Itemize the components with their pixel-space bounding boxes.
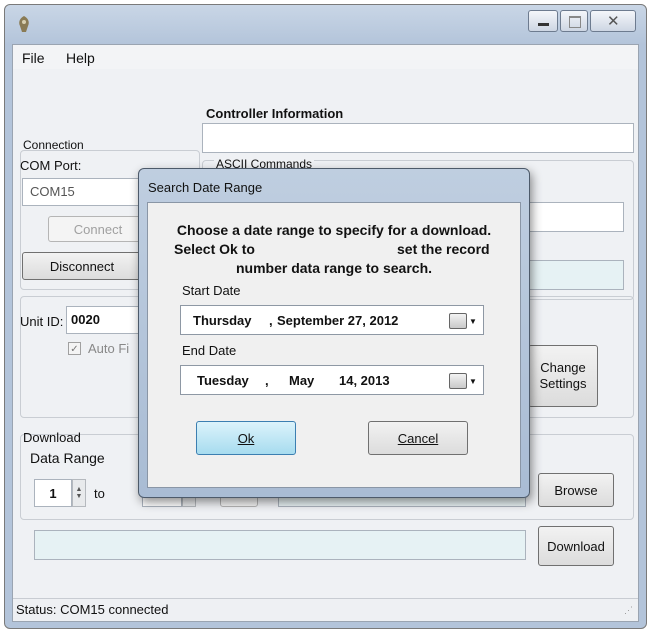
com-port-label: COM Port: <box>20 158 82 173</box>
minimize-icon <box>538 23 549 26</box>
dialog-line-3: number data range to search. <box>235 260 433 276</box>
auto-checkbox[interactable]: ✓ <box>68 342 81 355</box>
auto-checkbox-label: Auto Fi <box>88 341 130 356</box>
download-button[interactable]: Download <box>538 526 614 566</box>
maximize-button[interactable] <box>560 10 588 32</box>
com-port-select[interactable]: COM15 <box>22 178 142 206</box>
calendar-dropdown-icon[interactable]: ▼ <box>449 313 477 329</box>
controller-info-title: Controller Information <box>206 106 344 121</box>
connection-label: Connection <box>23 138 84 152</box>
range-to-label: to <box>94 486 105 501</box>
start-weekday: Thursday <box>193 313 252 328</box>
calendar-dropdown-icon[interactable]: ▼ <box>449 373 477 389</box>
end-date-label: End Date <box>182 343 237 358</box>
maximize-icon <box>569 16 581 28</box>
dialog-title: Search Date Range <box>148 180 263 195</box>
range-from-field[interactable]: 1 <box>34 479 72 507</box>
status-text: Status: COM15 connected <box>16 602 169 617</box>
ascii-response-field <box>520 260 624 290</box>
disconnect-button[interactable]: Disconnect <box>22 252 142 280</box>
download-progress <box>34 530 526 560</box>
close-icon: ✕ <box>607 13 620 30</box>
controller-info-field <box>202 123 634 153</box>
range-from-spinner[interactable]: ▲ ▼ <box>72 479 86 507</box>
menu-help[interactable]: Help <box>66 50 95 66</box>
unit-id-field[interactable]: 0020 <box>66 306 146 334</box>
ok-button[interactable]: Ok <box>196 421 296 455</box>
ascii-command-input[interactable] <box>520 202 624 232</box>
dialog-line-2a: Select Ok to <box>174 241 255 257</box>
download-label: Download <box>23 430 81 445</box>
end-date-picker[interactable]: Tuesday , May 14, 2013 ▼ <box>180 365 484 395</box>
connect-button[interactable]: Connect <box>48 216 148 242</box>
end-weekday: Tuesday <box>197 373 249 388</box>
app-icon <box>14 14 34 34</box>
start-date-label: Start Date <box>182 283 241 298</box>
end-date-text: 14, 2013 <box>339 373 390 388</box>
change-settings-button[interactable]: Change Settings <box>528 345 598 407</box>
dialog-line-1: Choose a date range to specify for a dow… <box>176 222 492 238</box>
browse-button[interactable]: Browse <box>538 473 614 507</box>
dialog-line-2b: set the record <box>397 241 490 257</box>
start-sep: , <box>269 313 273 328</box>
menu-file[interactable]: File <box>22 50 45 66</box>
menu-bar <box>13 45 638 69</box>
minimize-button[interactable] <box>528 10 558 32</box>
end-sep: , <box>265 373 269 388</box>
end-month: May <box>289 373 315 388</box>
unit-id-label: Unit ID: <box>20 314 64 329</box>
data-range-label: Data Range <box>30 450 105 466</box>
close-button[interactable]: ✕ <box>590 10 636 32</box>
start-date-text: September 27, 2012 <box>277 313 399 328</box>
start-date-picker[interactable]: Thursday , September 27, 2012 ▼ <box>180 305 484 335</box>
cancel-button[interactable]: Cancel <box>368 421 468 455</box>
resize-grip-icon[interactable]: ⋰ <box>624 605 633 616</box>
